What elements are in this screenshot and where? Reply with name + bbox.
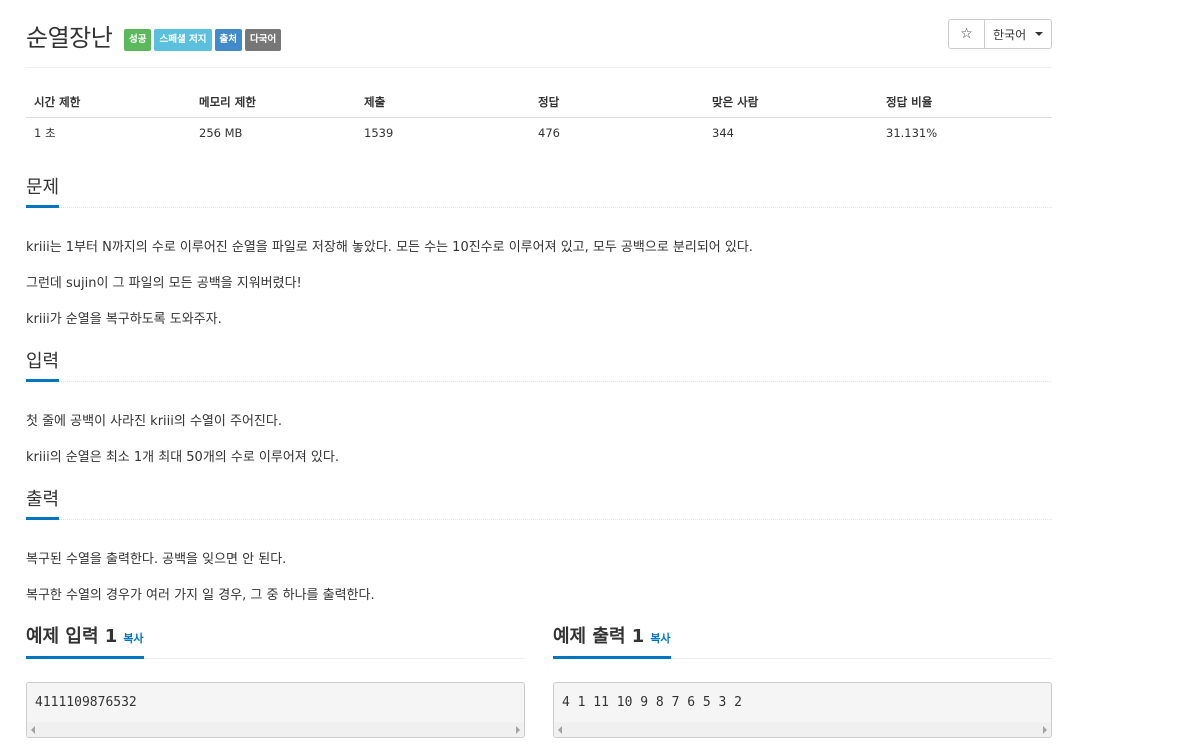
sample-input-title-text: 예제 입력 1 xyxy=(26,626,118,647)
sample-input-title: 예제 입력 1 복사 xyxy=(26,626,144,659)
output-paragraph: 복구한 수열의 경우가 여러 가지 일 경우, 그 중 하나를 출력한다. xyxy=(26,588,375,603)
problem-labels: 성공 스페셜 저지 출처 다국어 xyxy=(124,29,282,51)
language-dropdown[interactable]: 한국어 xyxy=(985,19,1052,49)
header-buttons: ☆ 한국어 xyxy=(948,19,1052,49)
sample-output-box[interactable]: 4 1 11 10 9 8 7 6 5 3 2 xyxy=(553,682,1052,738)
value-time-limit: 1 초 xyxy=(34,125,56,140)
value-memory-limit: 256 MB xyxy=(199,125,243,140)
section-input-header: 입력 xyxy=(26,350,1052,382)
horizontal-scrollbar[interactable] xyxy=(554,722,1051,737)
problem-page: 순열장난 성공 스페셜 저지 출처 다국어 ☆ 한국어 시간 제한 메모리 제한… xyxy=(26,0,1052,738)
scroll-right-icon[interactable] xyxy=(516,726,520,734)
language-label: 한국어 xyxy=(993,27,1027,42)
header-time-limit: 시간 제한 xyxy=(26,87,191,118)
output-paragraph: 복구된 수열을 출력한다. 공백을 잊으면 안 된다. xyxy=(26,552,287,567)
header-submissions: 제출 xyxy=(356,87,530,118)
label-multilingual: 다국어 xyxy=(244,29,282,51)
favorite-button[interactable]: ☆ xyxy=(948,19,985,49)
scroll-right-icon[interactable] xyxy=(1043,726,1047,734)
section-output-header: 출력 xyxy=(26,488,1052,520)
description-paragraph: kriii가 순열을 복구하도록 도와주자. xyxy=(26,312,222,327)
sample-output-title: 예제 출력 1 복사 xyxy=(553,626,671,659)
scroll-left-icon[interactable] xyxy=(31,726,35,734)
info-header-row: 시간 제한 메모리 제한 제출 정답 맞은 사람 정답 비율 xyxy=(26,87,1052,118)
input-paragraph: 첫 줄에 공백이 사라진 kriii의 수열이 주어진다. xyxy=(26,414,282,429)
input-paragraph: kriii의 순열은 최소 1개 최대 50개의 수로 이루어져 있다. xyxy=(26,450,339,465)
label-success: 성공 xyxy=(124,29,152,51)
star-icon: ☆ xyxy=(960,26,973,42)
sample-output-header: 예제 출력 1 복사 xyxy=(553,625,1052,659)
sample-output-content: 4 1 11 10 9 8 7 6 5 3 2 xyxy=(562,695,743,710)
header-memory-limit: 메모리 제한 xyxy=(191,87,356,118)
sample-input-content: 4111109876532 xyxy=(35,695,137,710)
header-solvers: 맞은 사람 xyxy=(704,87,878,118)
sample-input-box[interactable]: 4111109876532 xyxy=(26,682,525,738)
horizontal-scrollbar[interactable] xyxy=(27,722,524,737)
value-submissions[interactable]: 1539 xyxy=(356,117,530,148)
label-source[interactable]: 출처 xyxy=(214,29,242,51)
copy-sample-output-button[interactable]: 복사 xyxy=(650,632,670,645)
copy-sample-input-button[interactable]: 복사 xyxy=(123,632,143,645)
header-ratio: 정답 비율 xyxy=(878,87,1052,118)
value-solvers[interactable]: 344 xyxy=(704,117,878,148)
description-paragraph: 그런데 sujin이 그 파일의 모든 공백을 지워버렸다! xyxy=(26,276,302,291)
label-special-judge: 스페셜 저지 xyxy=(154,29,212,51)
value-accepted[interactable]: 476 xyxy=(530,117,704,148)
sample-output-title-text: 예제 출력 1 xyxy=(553,626,645,647)
info-value-row: 1 초 256 MB 1539 476 344 31.131% xyxy=(26,117,1052,148)
section-input-title: 입력 xyxy=(26,351,60,382)
section-output-title: 출력 xyxy=(26,489,60,520)
problem-info-table: 시간 제한 메모리 제한 제출 정답 맞은 사람 정답 비율 1 초 256 M… xyxy=(26,87,1052,148)
problem-title: 순열장난 xyxy=(26,24,113,52)
section-description-title: 문제 xyxy=(26,177,60,208)
header-accepted: 정답 xyxy=(530,87,704,118)
scroll-left-icon[interactable] xyxy=(558,726,562,734)
section-description-header: 문제 xyxy=(26,176,1052,208)
caret-down-icon xyxy=(1035,32,1043,36)
sample-input-header: 예제 입력 1 복사 xyxy=(26,625,525,659)
problem-header: 순열장난 성공 스페셜 저지 출처 다국어 ☆ 한국어 xyxy=(26,0,1052,68)
description-paragraph: kriii는 1부터 N까지의 수로 이루어진 순열을 파일로 저장해 놓았다.… xyxy=(26,240,753,255)
value-ratio: 31.131% xyxy=(886,125,938,140)
